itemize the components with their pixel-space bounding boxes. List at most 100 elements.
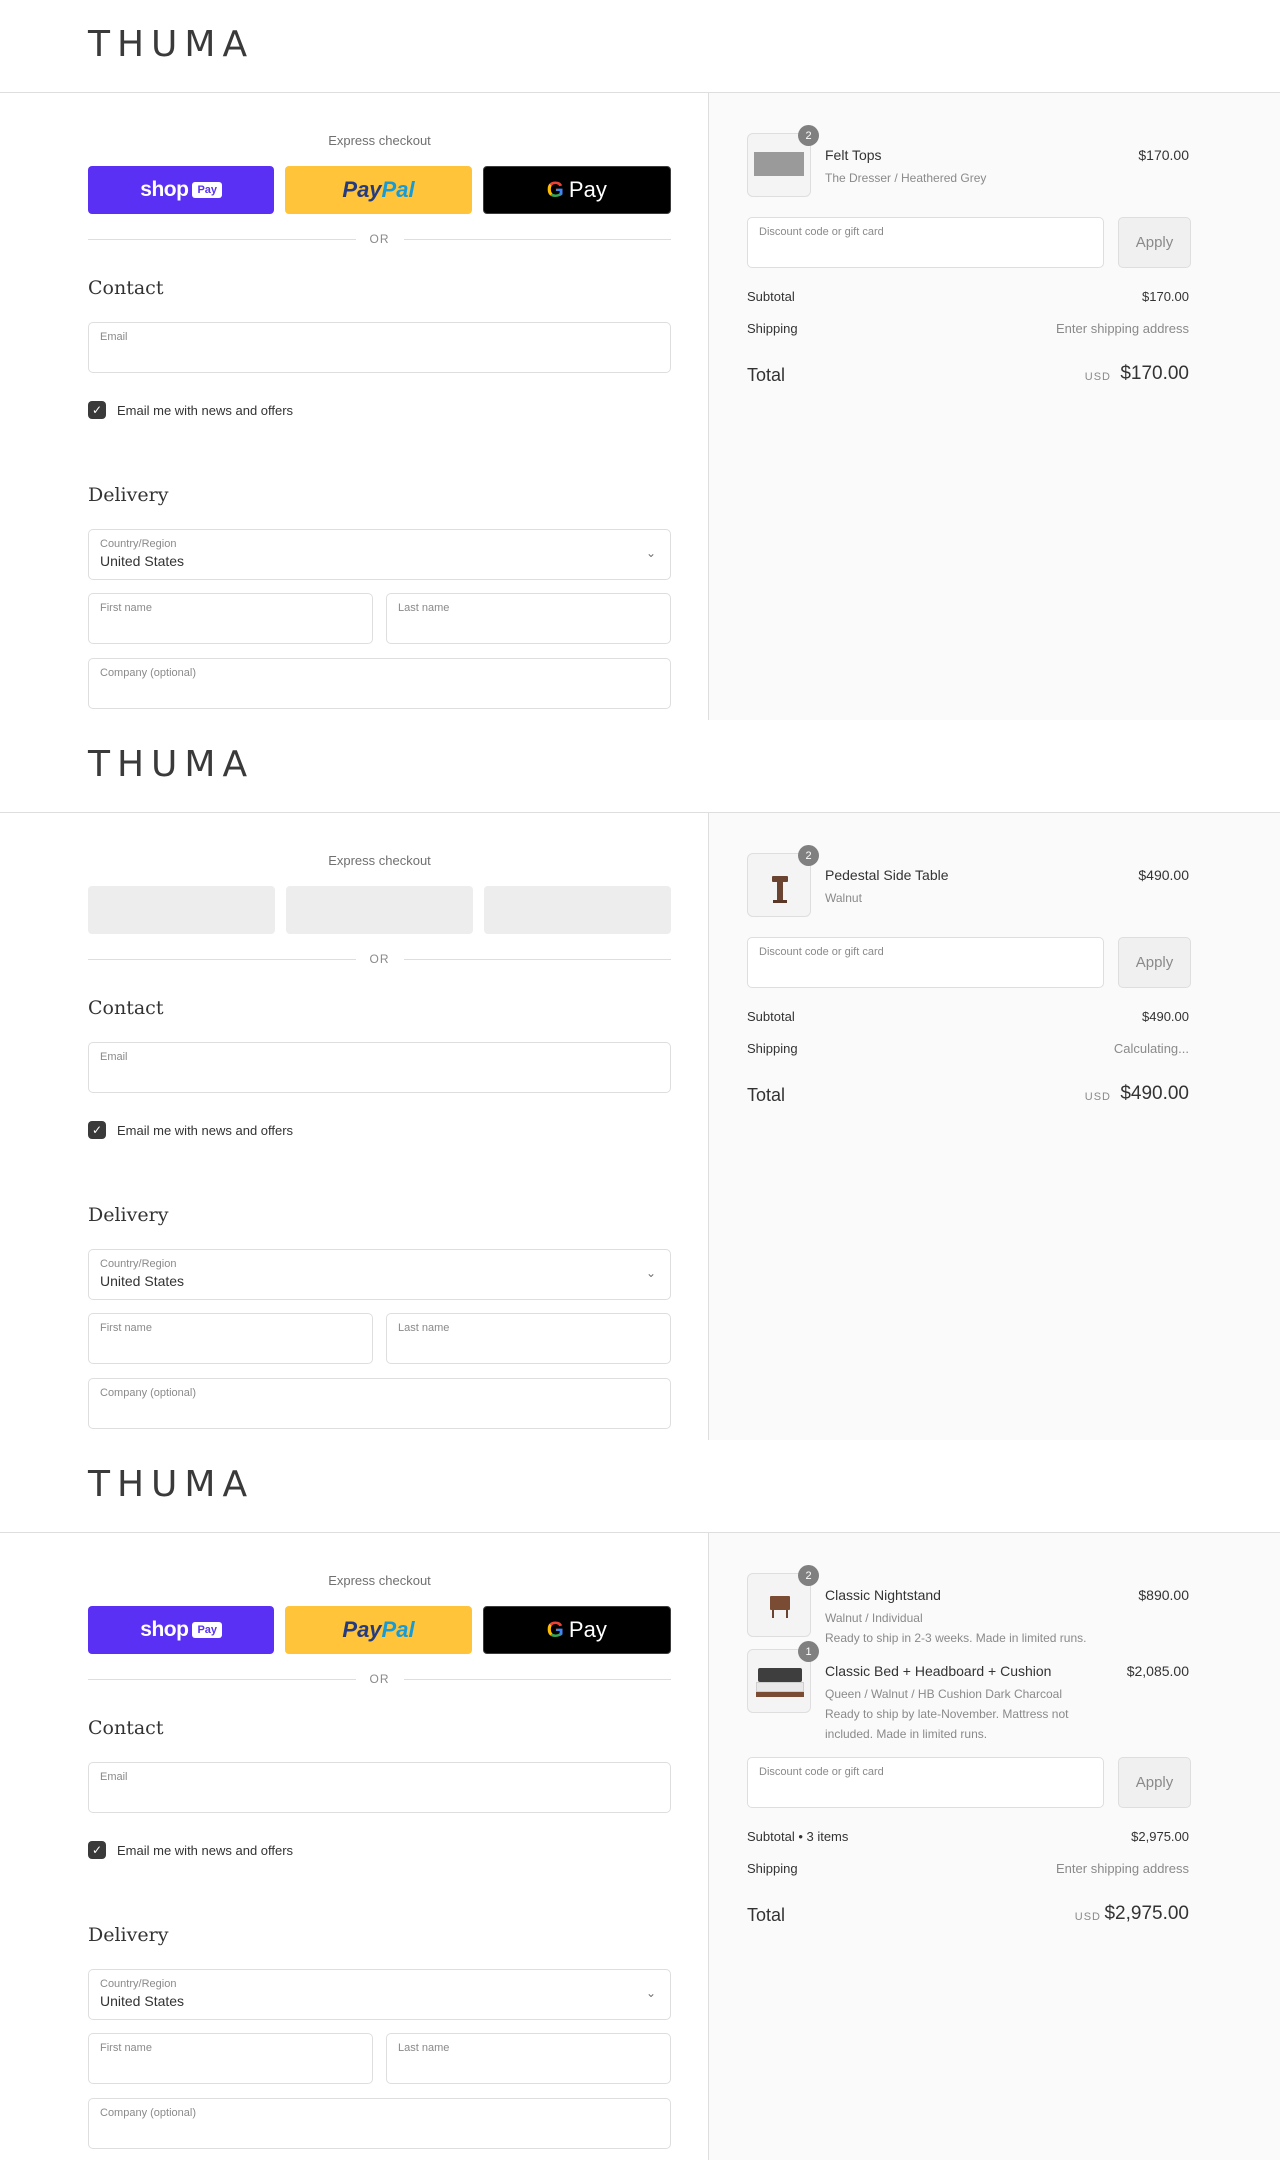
google-pay-button[interactable]: G Pay xyxy=(482,1606,671,1654)
email-field[interactable]: Email xyxy=(88,1762,671,1813)
payment-button-placeholder xyxy=(286,886,473,934)
country-value: United States xyxy=(100,1993,185,2009)
currency-code: USD xyxy=(1084,1091,1111,1103)
order-summary: 2 Felt Tops The Dresser / Heathered Grey… xyxy=(708,93,1280,720)
company-field[interactable]: Company (optional) xyxy=(88,658,671,709)
google-pay-button[interactable]: G Pay xyxy=(482,166,671,214)
email-field[interactable]: Email xyxy=(88,322,671,373)
country-select[interactable]: Country/Region United States ⌄ xyxy=(88,1969,671,2020)
contact-title: Contact xyxy=(88,1717,164,1739)
total-value: $170.00 xyxy=(1120,363,1189,384)
last-name-field[interactable]: Last name xyxy=(386,2033,671,2084)
express-checkout-label: Express checkout xyxy=(328,1573,431,1588)
first-name-field[interactable]: First name xyxy=(88,1313,373,1364)
quantity-badge: 1 xyxy=(798,1641,819,1662)
subtotal-value: $490.00 xyxy=(1142,1009,1189,1024)
subtotal-row: Subtotal $170.00 xyxy=(747,289,1189,309)
checkout-screen-3: THUMA Express checkout shop Pay PayPal G… xyxy=(0,1440,1280,2160)
shipping-value: Enter shipping address xyxy=(1056,1861,1189,1876)
google-g-icon: G xyxy=(546,1617,564,1642)
header: THUMA xyxy=(0,0,1280,93)
item-shipping-note: Ready to ship in 2-3 weeks. Made in limi… xyxy=(825,1631,1087,1645)
total-label: Total xyxy=(747,1905,786,1925)
item-price: $2,085.00 xyxy=(1126,1663,1189,1679)
paypal-button[interactable]: PayPal xyxy=(285,166,472,214)
shop-pay-button[interactable]: shop Pay xyxy=(88,166,275,214)
country-select[interactable]: Country/Region United States ⌄ xyxy=(88,529,671,580)
apply-button[interactable]: Apply xyxy=(1118,217,1191,268)
shop-pay-logo: shop xyxy=(140,1618,189,1641)
brand-logo[interactable]: THUMA xyxy=(88,1464,254,1505)
newsletter-option[interactable]: ✓ Email me with news and offers xyxy=(88,1120,293,1140)
paypal-button[interactable]: PayPal xyxy=(285,1606,472,1654)
cart-item: 2 Felt Tops The Dresser / Heathered Grey… xyxy=(747,125,1189,197)
country-label: Country/Region xyxy=(100,1258,177,1270)
company-placeholder: Company (optional) xyxy=(100,1387,196,1399)
total-label: Total xyxy=(747,365,786,385)
shop-pay-badge: Pay xyxy=(192,182,223,198)
delivery-title: Delivery xyxy=(88,1204,169,1226)
last-name-placeholder: Last name xyxy=(398,1322,450,1334)
paypal-logo: PayPal xyxy=(342,177,415,202)
brand-logo[interactable]: THUMA xyxy=(88,24,254,65)
last-name-field[interactable]: Last name xyxy=(386,1313,671,1364)
discount-field[interactable]: Discount code or gift card xyxy=(747,937,1104,988)
company-field[interactable]: Company (optional) xyxy=(88,2098,671,2149)
last-name-placeholder: Last name xyxy=(398,2042,450,2054)
header: THUMA xyxy=(0,1440,1280,1533)
express-checkout-label: Express checkout xyxy=(328,133,431,148)
header: THUMA xyxy=(0,720,1280,813)
country-select[interactable]: Country/Region United States ⌄ xyxy=(88,1249,671,1300)
cart-item: 2 Classic Nightstand Walnut / Individual… xyxy=(747,1565,1189,1645)
item-title: Pedestal Side Table xyxy=(825,867,949,883)
discount-placeholder: Discount code or gift card xyxy=(759,946,884,958)
shop-pay-logo: shop xyxy=(140,178,189,201)
newsletter-checkbox[interactable]: ✓ xyxy=(88,1841,106,1859)
item-variant-text: Queen / Walnut / HB Cushion Dark Charcoa… xyxy=(825,1687,1062,1701)
or-divider: OR xyxy=(88,231,671,247)
apply-button[interactable]: Apply xyxy=(1118,937,1191,988)
checkout-screen-1: THUMA Express checkout shop Pay PayPal G… xyxy=(0,0,1280,720)
order-summary: 2 Pedestal Side Table Walnut $490.00 Dis… xyxy=(708,813,1280,1440)
checkout-main: Express checkout shop Pay PayPal G Pay O… xyxy=(88,1533,671,2160)
google-pay-label: Pay xyxy=(568,1617,607,1642)
shop-pay-badge: Pay xyxy=(192,1622,223,1638)
express-payment-buttons-loading xyxy=(88,886,671,934)
company-placeholder: Company (optional) xyxy=(100,667,196,679)
currency-code: USD xyxy=(1074,1911,1101,1923)
express-payment-buttons: shop Pay PayPal G Pay xyxy=(88,1606,671,1654)
chevron-down-icon: ⌄ xyxy=(645,1266,656,1280)
brand-logo[interactable]: THUMA xyxy=(88,744,254,785)
shipping-label: Shipping xyxy=(747,1861,798,1876)
country-value: United States xyxy=(100,1273,185,1289)
or-divider: OR xyxy=(88,1671,671,1687)
item-price: $890.00 xyxy=(1138,1587,1189,1603)
apply-button[interactable]: Apply xyxy=(1118,1757,1191,1808)
country-value: United States xyxy=(100,553,185,569)
first-name-field[interactable]: First name xyxy=(88,593,373,644)
first-name-field[interactable]: First name xyxy=(88,2033,373,2084)
company-field[interactable]: Company (optional) xyxy=(88,1378,671,1429)
shop-pay-button[interactable]: shop Pay xyxy=(88,1606,275,1654)
email-placeholder: Email xyxy=(100,1051,128,1063)
express-payment-buttons: shop Pay PayPal G Pay xyxy=(88,166,671,214)
email-placeholder: Email xyxy=(100,1771,128,1783)
subtotal-label: Subtotal xyxy=(747,1009,795,1024)
item-shipping-note: Ready to ship by late-November. Mattress… xyxy=(825,1707,1069,1741)
contact-title: Contact xyxy=(88,277,164,299)
discount-field[interactable]: Discount code or gift card xyxy=(747,1757,1104,1808)
email-field[interactable]: Email xyxy=(88,1042,671,1093)
last-name-field[interactable]: Last name xyxy=(386,593,671,644)
first-name-placeholder: First name xyxy=(100,1322,152,1334)
country-label: Country/Region xyxy=(100,1978,177,1990)
google-pay-label: Pay xyxy=(568,177,607,202)
newsletter-checkbox[interactable]: ✓ xyxy=(88,401,106,419)
newsletter-option[interactable]: ✓ Email me with news and offers xyxy=(88,400,293,420)
quantity-badge: 2 xyxy=(798,125,819,146)
discount-placeholder: Discount code or gift card xyxy=(759,226,884,238)
delivery-title: Delivery xyxy=(88,1924,169,1946)
email-placeholder: Email xyxy=(100,331,128,343)
discount-field[interactable]: Discount code or gift card xyxy=(747,217,1104,268)
newsletter-option[interactable]: ✓ Email me with news and offers xyxy=(88,1840,293,1860)
newsletter-checkbox[interactable]: ✓ xyxy=(88,1121,106,1139)
